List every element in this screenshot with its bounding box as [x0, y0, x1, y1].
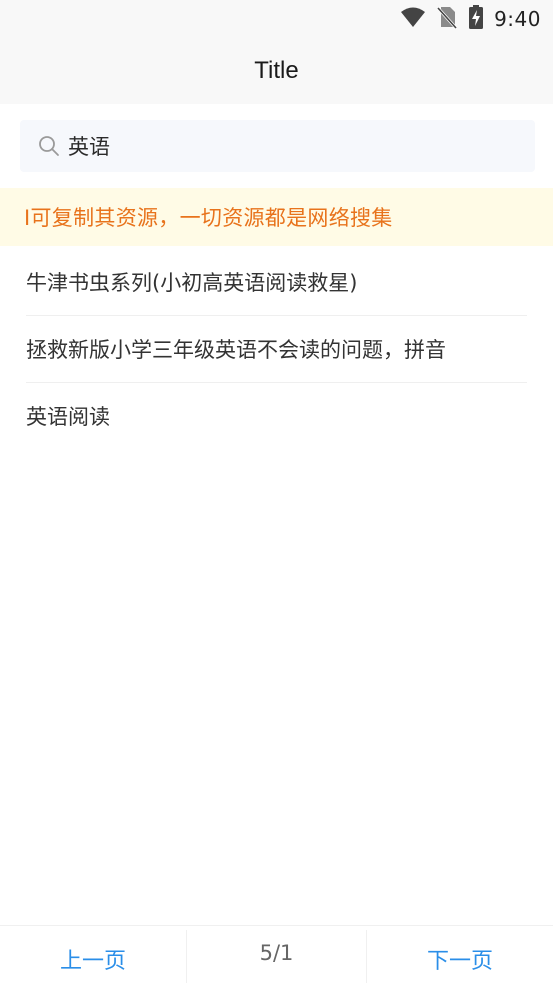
list-item-label: 英语阅读 [26, 405, 110, 429]
prev-page-button[interactable]: 上一页 [0, 930, 187, 983]
notice-banner: I可复制其资源，一切资源都是网络搜集 [0, 188, 553, 246]
next-page-button[interactable]: 下一页 [366, 930, 553, 983]
pagination-bar: 上一页 5/1 下一页 [0, 925, 553, 983]
wifi-icon [400, 6, 426, 32]
page-indicator: 5/1 [259, 941, 294, 965]
list-item[interactable]: 英语阅读 [26, 383, 527, 449]
search-query[interactable]: 英语 [68, 131, 110, 161]
list-item[interactable]: 牛津书虫系列(小初高英语阅读救星) [26, 249, 527, 316]
title-bar: Title [0, 38, 553, 104]
no-sim-icon [436, 5, 458, 33]
list-item-label: 拯救新版小学三年级英语不会读的问题，拼音 [26, 338, 446, 362]
page-title: Title [254, 57, 299, 84]
status-icons: 9:40 [400, 5, 541, 33]
status-bar: 9:40 [0, 0, 553, 38]
search-input[interactable]: 英语 [20, 120, 535, 172]
status-time: 9:40 [494, 7, 541, 31]
list-item-label: 牛津书虫系列(小初高英语阅读救星) [26, 271, 358, 295]
result-list: 牛津书虫系列(小初高英语阅读救星) 拯救新版小学三年级英语不会读的问题，拼音 英… [0, 249, 553, 449]
app-screen: 9:40 Title 英语 I可复制其资源，一切资源都是网络搜集 牛津书虫系列(… [0, 0, 553, 983]
notice-text: I可复制其资源，一切资源都是网络搜集 [24, 206, 393, 230]
battery-charging-icon [468, 5, 484, 33]
search-icon [38, 135, 60, 157]
list-item[interactable]: 拯救新版小学三年级英语不会读的问题，拼音 [26, 316, 527, 383]
